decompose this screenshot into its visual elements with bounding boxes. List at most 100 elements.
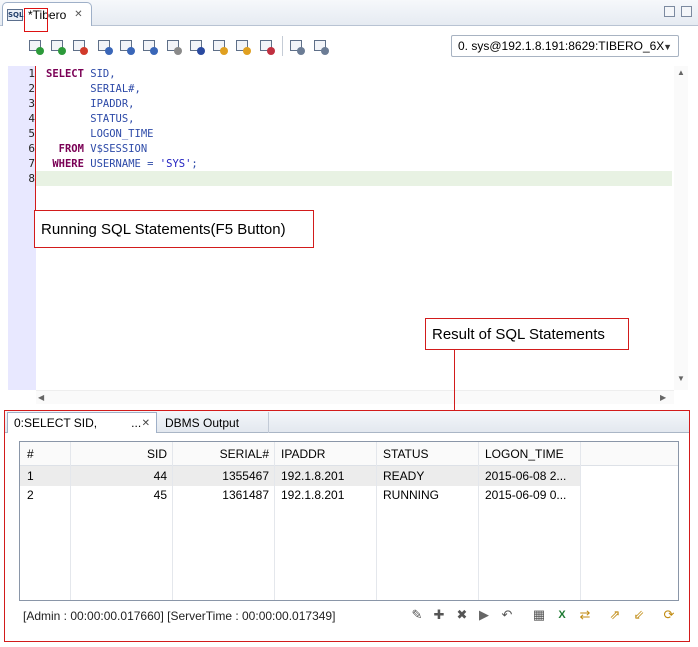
editor-tab-bar: SQL *Tibero ✕ [0,0,698,26]
table-cell[interactable]: 1361487 [174,485,274,505]
connection-select[interactable]: 0. sys@192.1.8.191:8629:TIBERO_6X ▼ [451,35,679,57]
run-script-icon[interactable] [49,38,66,55]
column-divider [274,442,275,600]
line-number: 7 [28,157,35,170]
transpose-icon[interactable]: ⇄ [577,607,593,623]
column-header-status[interactable]: STATUS [378,444,478,464]
line-number: 8 [28,172,35,185]
table-cell[interactable]: 192.1.8.201 [276,466,376,486]
table-cell[interactable]: 1 [22,466,70,486]
rollback-icon[interactable] [234,38,251,55]
current-line-highlight [36,171,672,186]
table-cell[interactable]: 2 [22,485,70,505]
icon-badge [127,47,135,55]
line-number: 1 [28,67,35,80]
table-cell[interactable]: 2015-06-09 0... [480,485,580,505]
apply-icon[interactable]: ▶ [476,607,492,623]
callout-line [454,350,455,410]
maximize-icon[interactable] [681,6,692,17]
table-cell[interactable]: READY [378,466,478,486]
code-line: IPADDR, [46,98,135,110]
column-header-logon-time[interactable]: LOGON_TIME [480,444,580,464]
add-row-icon[interactable]: ✚ [431,607,447,623]
document-icon[interactable] [165,38,182,55]
line-number: 4 [28,112,35,125]
scroll-up-icon[interactable]: ▲ [677,68,685,77]
editor-horizontal-scrollbar[interactable]: ◀ ▶ [36,390,674,404]
close-icon[interactable]: ✕ [74,9,82,20]
execution-time-status: [Admin : 00:00:00.017660] [ServerTime : … [23,609,336,623]
result-grid[interactable]: # SID SERIAL# IPADDR STATUS LOGON_TIME 1… [19,441,679,601]
table-cell[interactable]: 45 [72,485,172,505]
tab-label: DBMS Output [165,415,240,430]
column-header-index[interactable]: # [22,444,70,464]
delete-row-icon[interactable]: ✖ [454,607,470,623]
scroll-left-icon[interactable]: ◀ [38,393,44,402]
explain-plan-icon[interactable] [96,38,113,55]
sql-file-icon[interactable] [188,38,205,55]
column-divider [478,442,479,600]
icon-badge [267,47,275,55]
run-current-icon[interactable] [71,38,88,55]
icon-badge [243,47,251,55]
tab-dbms-output[interactable]: DBMS Output [159,412,269,433]
table-view-icon[interactable]: ▦ [531,607,547,623]
line-number: 2 [28,82,35,95]
table-cell[interactable]: 1355467 [174,466,274,486]
import-icon[interactable]: ⇙ [631,607,647,623]
column-header-sid[interactable]: SID [72,444,172,464]
column-header-serial[interactable]: SERIAL# [174,444,274,464]
export-icon[interactable]: ⇗ [607,607,623,623]
icon-badge [58,47,66,55]
table-cell[interactable]: 44 [72,466,172,486]
code-line: WHERE USERNAME = 'SYS'; [46,158,198,170]
result-panel: 0:SELECT SID, ... ✕ DBMS Output # SID SE… [4,410,690,642]
sql-keyword: WHERE [46,158,84,170]
line-number: 6 [28,142,35,155]
window-restore-icon[interactable] [312,38,329,55]
icon-badge [297,47,305,55]
tab-select-result[interactable]: 0:SELECT SID, ... ✕ [7,412,157,433]
line-number: 5 [28,127,35,140]
code-text: SID, [83,68,116,80]
sql-keyword: SELECT [46,68,84,80]
code-line: FROM V$SESSION [46,143,148,155]
tab-label: 0:SELECT SID, [14,416,98,430]
result-callout: Result of SQL Statements [425,318,629,350]
scroll-down-icon[interactable]: ▼ [677,374,685,383]
column-header-ipaddr[interactable]: IPADDR [276,444,376,464]
icon-badge [150,47,158,55]
revert-icon[interactable]: ↶ [499,607,515,623]
refresh-icon[interactable]: ⟳ [661,607,677,623]
icon-badge [80,47,88,55]
close-icon[interactable]: ✕ [142,418,150,429]
code-line: SELECT SID, [46,68,116,80]
code-text: ; [191,158,198,170]
sql-string: 'SYS' [159,158,192,170]
connection-label: 0. sys@192.1.8.191:8629:TIBERO_6X [458,39,665,53]
column-divider [376,442,377,600]
table-cell[interactable]: 192.1.8.201 [276,485,376,505]
run-callout: Running SQL Statements(F5 Button) [34,210,314,248]
editor-vertical-scrollbar[interactable]: ▲ ▼ [674,66,688,390]
commit-icon[interactable] [211,38,228,55]
edit-icon[interactable]: ✎ [409,607,425,623]
format-sql-icon[interactable] [118,38,135,55]
window-split-icon[interactable] [288,38,305,55]
table-cell[interactable]: RUNNING [378,485,478,505]
run-sql-icon[interactable] [27,38,44,55]
code-line: STATUS, [46,113,135,125]
code-text: USERNAME = [83,158,160,170]
export-excel-icon[interactable]: X [554,607,570,623]
scroll-right-icon[interactable]: ▶ [660,393,666,402]
code-line: SERIAL#, [46,83,141,95]
minimize-icon[interactable] [664,6,675,17]
chevron-down-icon: ▼ [663,42,672,52]
result-callout-text: Result of SQL Statements [432,325,605,343]
table-cell[interactable]: 2015-06-08 2... [480,466,580,486]
comment-icon[interactable] [141,38,158,55]
icon-badge [321,47,329,55]
sql-keyword: FROM [46,143,84,155]
run-callout-text: Running SQL Statements(F5 Button) [41,220,286,238]
history-icon[interactable] [258,38,275,55]
